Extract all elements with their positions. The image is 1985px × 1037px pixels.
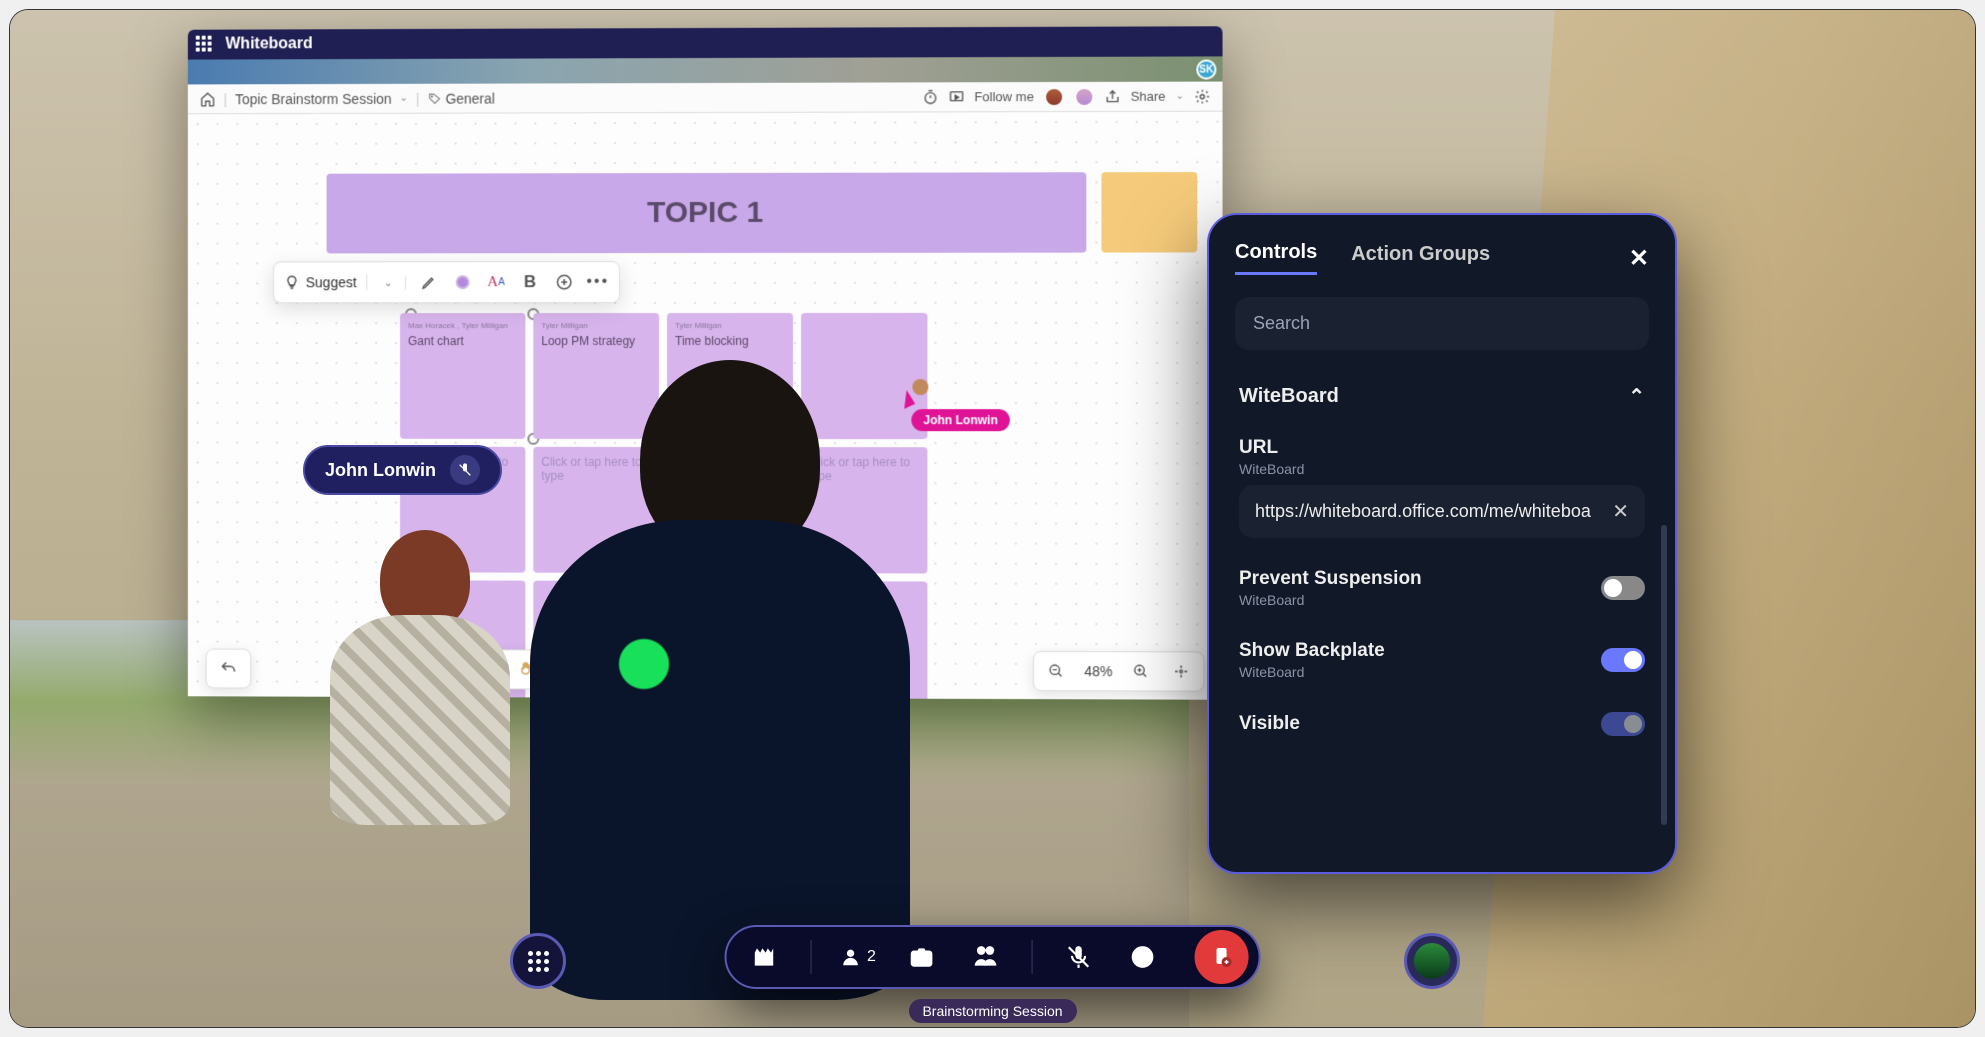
people-count[interactable]: 2 (839, 946, 876, 968)
tag-icon (427, 91, 441, 105)
suggest-button[interactable]: Suggest (284, 274, 368, 290)
color-swatch[interactable] (451, 271, 473, 293)
participant-avatar-2[interactable] (1074, 86, 1094, 106)
zoom-out-icon[interactable] (1044, 659, 1068, 683)
self-avatar-badge[interactable] (1404, 933, 1460, 989)
lightbulb-icon (284, 274, 300, 290)
leave-button[interactable] (1195, 930, 1249, 984)
floating-toolbar: Suggest ⌄ AA B ••• (273, 261, 620, 303)
camera-icon[interactable] (904, 939, 940, 975)
panel-row-prevent-suspension: Prevent Suspension WiteBoard (1235, 552, 1649, 624)
user-presence-bubble: John Lonwin (303, 445, 502, 495)
dock-launcher-button[interactable] (510, 933, 566, 989)
remote-cursor-label: John Lonwin (911, 409, 1009, 431)
whiteboard-titlebar: Whiteboard (188, 26, 1223, 59)
app-launcher-icon[interactable] (196, 36, 214, 54)
clear-input-icon[interactable]: ✕ (1612, 499, 1629, 524)
emoji-icon[interactable] (1125, 939, 1161, 975)
share-arrow-icon (1104, 88, 1120, 104)
close-icon[interactable]: ✕ (1629, 244, 1649, 273)
breadcrumb-title[interactable]: Topic Brainstorm Session (235, 90, 392, 106)
present-icon[interactable] (948, 89, 964, 105)
timer-icon[interactable] (922, 89, 938, 105)
avatar-other-user (320, 530, 490, 810)
remote-cursor-avatar (912, 379, 928, 395)
tab-action-groups[interactable]: Action Groups (1351, 243, 1490, 274)
add-icon[interactable] (553, 271, 575, 293)
panel-row-visible: Visible (1235, 696, 1649, 736)
visible-toggle[interactable] (1601, 712, 1645, 736)
chevron-up-icon: ⌃ (1628, 384, 1645, 409)
home-icon[interactable] (200, 91, 216, 107)
fit-screen-icon[interactable] (1169, 659, 1193, 683)
chevron-down-icon[interactable]: ⌄ (400, 93, 408, 104)
more-icon[interactable]: ••• (587, 271, 609, 293)
session-dock: 2 (724, 925, 1261, 989)
zoom-level: 48% (1084, 663, 1112, 679)
suggest-chevron-icon[interactable]: ⌄ (380, 276, 406, 289)
panel-scrollbar[interactable] (1661, 525, 1667, 825)
undo-icon[interactable] (217, 657, 241, 681)
prevent-suspension-toggle[interactable] (1601, 576, 1645, 600)
bold-button[interactable]: B (519, 271, 541, 293)
clapperboard-icon[interactable] (746, 939, 782, 975)
share-chevron-icon[interactable]: ⌄ (1176, 91, 1184, 102)
avatar-self (530, 360, 910, 1000)
share-button[interactable]: Share (1131, 89, 1166, 104)
zoom-in-icon[interactable] (1129, 659, 1153, 683)
panel-search-input[interactable]: Search (1235, 297, 1649, 350)
font-icon[interactable]: AA (485, 271, 507, 293)
whiteboard-app-name: Whiteboard (225, 35, 312, 53)
raise-hand-icon[interactable] (968, 939, 1004, 975)
panel-tabs: Controls Action Groups ✕ (1235, 241, 1649, 275)
breadcrumb-tag[interactable]: General (427, 90, 494, 106)
follow-me-button[interactable]: Follow me (974, 89, 1034, 104)
topic-header[interactable]: TOPIC 1 (327, 172, 1087, 253)
people-icon (839, 946, 861, 968)
panel-row-url: URL WiteBoard https://whiteboard.office.… (1235, 423, 1649, 552)
user-muted-icon (450, 455, 480, 485)
panel-row-show-backplate: Show Backplate WiteBoard (1235, 624, 1649, 696)
topic-side-block[interactable] (1101, 172, 1197, 253)
settings-gear-icon[interactable] (1194, 88, 1210, 104)
controls-panel: Controls Action Groups ✕ Search WiteBoar… (1207, 213, 1677, 874)
tab-controls[interactable]: Controls (1235, 241, 1317, 275)
sticky-note[interactable]: Max Horacek , Tyler MilliganGant chart (400, 313, 525, 439)
session-name-label: Brainstorming Session (908, 999, 1076, 1023)
panel-url-input[interactable]: https://whiteboard.office.com/me/whitebo… (1239, 485, 1645, 538)
whiteboard-hero-image: SK (188, 56, 1223, 84)
participant-avatar-1[interactable] (1044, 86, 1064, 106)
breadcrumb-bar: | Topic Brainstorm Session ⌄ | General F… (188, 82, 1223, 115)
show-backplate-toggle[interactable] (1601, 648, 1645, 672)
user-initials-chip[interactable]: SK (1196, 59, 1216, 79)
pencil-icon[interactable] (418, 271, 440, 293)
panel-section-whiteboard[interactable]: WiteBoard ⌃ (1235, 370, 1649, 423)
microphone-muted-icon[interactable] (1061, 939, 1097, 975)
